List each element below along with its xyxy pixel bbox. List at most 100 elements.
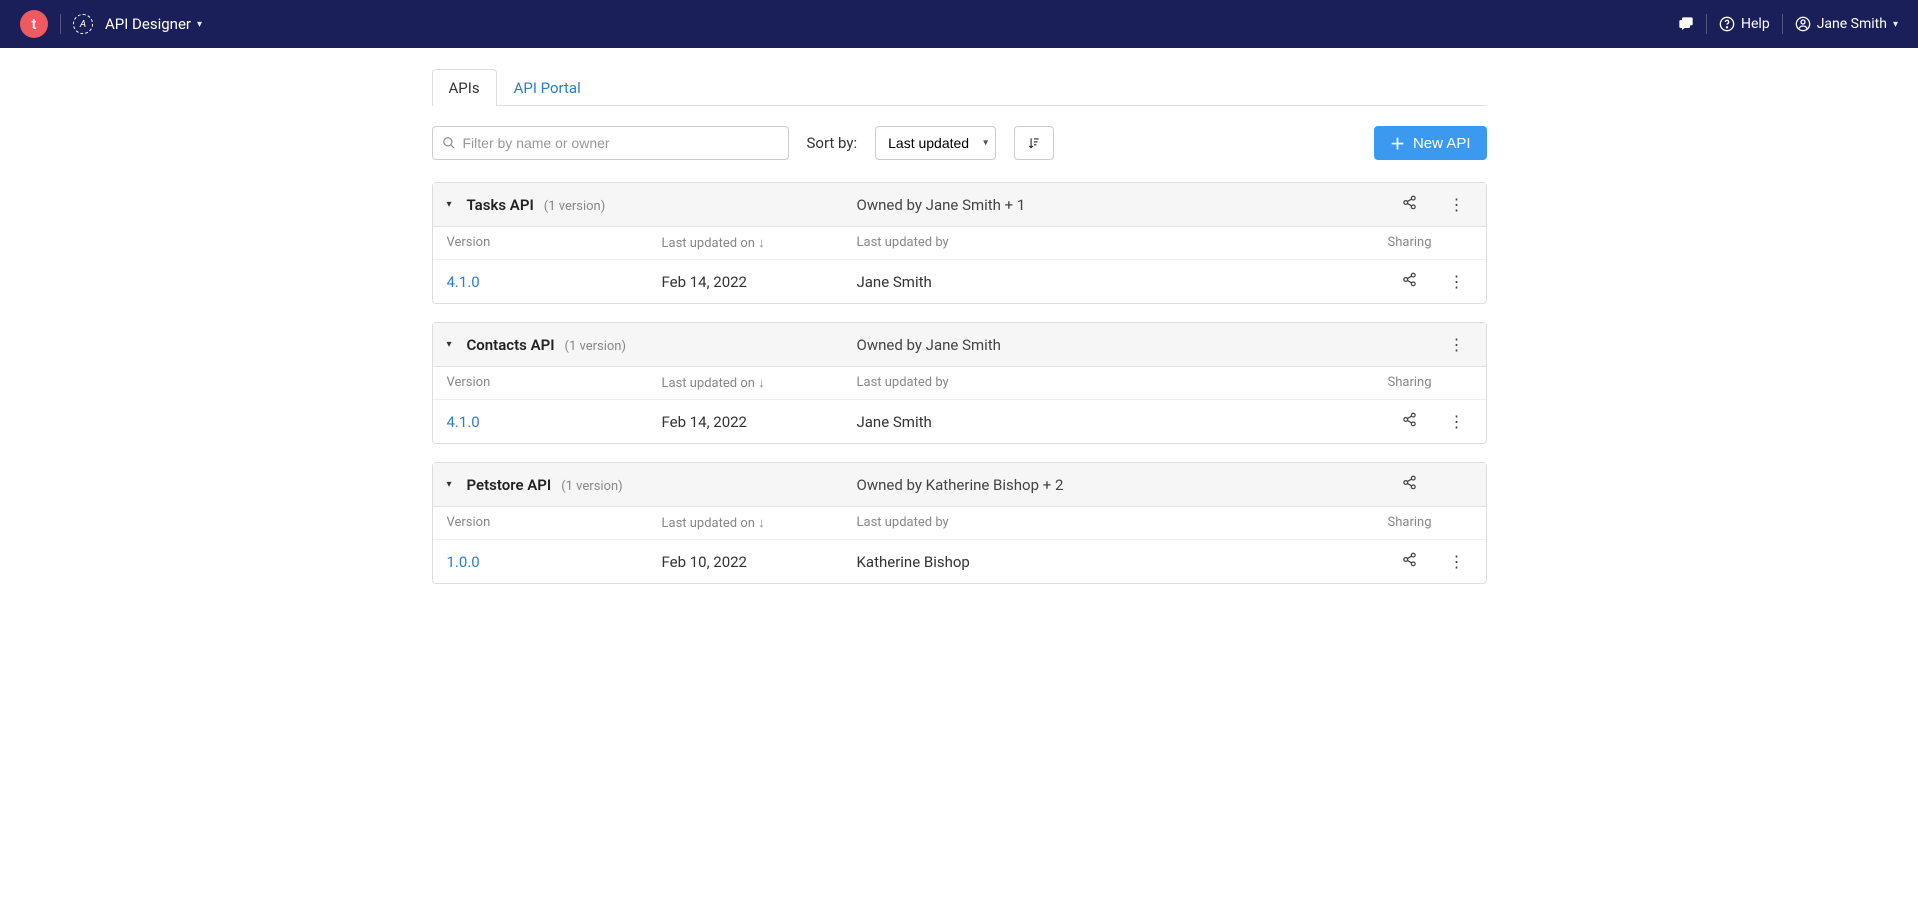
version-link[interactable]: 4.1.0 <box>447 273 662 291</box>
col-sharing: Sharing <box>1378 375 1442 391</box>
share-icon <box>1402 475 1417 490</box>
api-list: ▾ Tasks API (1 version) Owned by Jane Smith… <box>432 182 1487 584</box>
version-table-header: VersionLast updated on ↓Last updated byS… <box>433 227 1486 260</box>
api-header: ▾ Contacts API (1 version) Owned by Jane Sm… <box>433 323 1486 367</box>
col-updated-on[interactable]: Last updated on ↓ <box>662 235 857 251</box>
collapse-toggle[interactable]: ▾ <box>447 479 467 490</box>
api-owner: Owned by Jane Smith <box>857 336 1378 354</box>
col-version: Version <box>447 235 662 251</box>
user-menu[interactable]: Jane Smith ▾ <box>1795 16 1898 32</box>
sort-select[interactable]: Last updated <box>875 126 996 160</box>
app-logo-letter: t <box>32 15 37 33</box>
api-owner: Owned by Jane Smith + 1 <box>857 196 1378 214</box>
share-button[interactable] <box>1378 412 1442 431</box>
share-button[interactable] <box>1378 475 1442 494</box>
sort-direction-button[interactable] <box>1014 126 1054 160</box>
caret-down-icon: ▾ <box>447 199 452 210</box>
version-updated-by: Katherine Bishop <box>857 553 1378 571</box>
api-card: ▾ Petstore API (1 version) Owned by Katheri… <box>432 462 1487 584</box>
col-updated-by: Last updated by <box>857 515 1378 531</box>
kebab-menu[interactable]: ⋮ <box>1442 552 1472 571</box>
api-card: ▾ Contacts API (1 version) Owned by Jane Sm… <box>432 322 1487 444</box>
filter-input[interactable] <box>432 126 789 160</box>
share-icon <box>1402 195 1417 210</box>
user-icon <box>1795 16 1811 32</box>
col-updated-by: Last updated by <box>857 235 1378 251</box>
kebab-menu[interactable]: ⋮ <box>1442 335 1472 354</box>
kebab-menu[interactable]: ⋮ <box>1442 272 1472 291</box>
chevron-down-icon: ▾ <box>197 19 202 30</box>
new-api-button[interactable]: ＋ New API <box>1374 126 1487 160</box>
new-api-label: New API <box>1413 135 1471 152</box>
share-icon <box>1402 552 1417 567</box>
kebab-icon: ⋮ <box>1449 335 1465 354</box>
version-updated-on: Feb 14, 2022 <box>662 413 857 431</box>
api-name: Contacts API <box>467 336 555 354</box>
version-link[interactable]: 4.1.0 <box>447 413 662 431</box>
version-updated-by: Jane Smith <box>857 273 1378 291</box>
api-header: ▾ Petstore API (1 version) Owned by Katheri… <box>433 463 1486 507</box>
topbar: t A API Designer ▾ Help Jane Smith ▾ <box>0 0 1918 48</box>
app-logo[interactable]: t <box>20 10 48 38</box>
col-version: Version <box>447 375 662 391</box>
kebab-menu[interactable]: ⋮ <box>1442 412 1472 431</box>
user-name: Jane Smith <box>1817 16 1887 32</box>
kebab-icon: ⋮ <box>1449 195 1465 214</box>
kebab-icon: ⋮ <box>1449 272 1465 291</box>
sort-by-label: Sort by: <box>807 134 858 152</box>
caret-down-icon: ▾ <box>447 479 452 490</box>
kebab-icon: ⋮ <box>1449 552 1465 571</box>
tab-api-portal[interactable]: API Portal <box>497 69 598 106</box>
kebab-menu[interactable]: ⋮ <box>1442 195 1472 214</box>
share-button[interactable] <box>1378 272 1442 291</box>
api-owner: Owned by Katherine Bishop + 2 <box>857 476 1378 494</box>
app-title: API Designer <box>105 15 191 33</box>
version-row: 4.1.0Feb 14, 2022Jane Smith ⋮ <box>433 260 1486 303</box>
topbar-divider <box>1706 14 1707 34</box>
help-icon <box>1719 16 1735 32</box>
share-button[interactable] <box>1378 552 1442 571</box>
tab-apis[interactable]: APIs <box>432 69 497 106</box>
app-icon: A <box>73 14 93 34</box>
col-sharing: Sharing <box>1378 235 1442 251</box>
version-row: 1.0.0Feb 10, 2022Katherine Bishop ⋮ <box>433 540 1486 583</box>
share-icon <box>1402 412 1417 427</box>
help-label: Help <box>1741 16 1770 32</box>
chat-icon[interactable] <box>1678 16 1694 32</box>
api-name: Petstore API <box>467 476 552 494</box>
topbar-divider <box>1782 14 1783 34</box>
kebab-icon: ⋮ <box>1449 412 1465 431</box>
col-sharing: Sharing <box>1378 515 1442 531</box>
plus-icon: ＋ <box>1390 133 1405 154</box>
version-updated-on: Feb 10, 2022 <box>662 553 857 571</box>
col-updated-on[interactable]: Last updated on ↓ <box>662 375 857 391</box>
tabs: APIs API Portal <box>432 68 1487 106</box>
api-name: Tasks API <box>467 196 534 214</box>
search-icon <box>442 136 456 150</box>
sort-direction-icon <box>1027 136 1041 150</box>
collapse-toggle[interactable]: ▾ <box>447 339 467 350</box>
chevron-down-icon: ▾ <box>1893 19 1898 30</box>
app-switcher[interactable]: API Designer ▾ <box>105 15 202 33</box>
version-table-header: VersionLast updated on ↓Last updated byS… <box>433 367 1486 400</box>
version-count: (1 version) <box>544 199 605 214</box>
version-table-header: VersionLast updated on ↓Last updated byS… <box>433 507 1486 540</box>
col-updated-by: Last updated by <box>857 375 1378 391</box>
col-updated-on[interactable]: Last updated on ↓ <box>662 515 857 531</box>
api-header: ▾ Tasks API (1 version) Owned by Jane Smith… <box>433 183 1486 227</box>
share-button[interactable] <box>1378 195 1442 214</box>
api-card: ▾ Tasks API (1 version) Owned by Jane Smith… <box>432 182 1487 304</box>
collapse-toggle[interactable]: ▾ <box>447 199 467 210</box>
version-updated-on: Feb 14, 2022 <box>662 273 857 291</box>
share-icon <box>1402 272 1417 287</box>
version-count: (1 version) <box>565 339 626 354</box>
version-count: (1 version) <box>561 479 622 494</box>
version-updated-by: Jane Smith <box>857 413 1378 431</box>
version-row: 4.1.0Feb 14, 2022Jane Smith ⋮ <box>433 400 1486 443</box>
caret-down-icon: ▾ <box>447 339 452 350</box>
help-link[interactable]: Help <box>1719 16 1770 32</box>
version-link[interactable]: 1.0.0 <box>447 553 662 571</box>
toolbar: Sort by: Last updated ▾ ＋ New API <box>432 126 1487 160</box>
topbar-divider <box>60 14 61 34</box>
col-version: Version <box>447 515 662 531</box>
